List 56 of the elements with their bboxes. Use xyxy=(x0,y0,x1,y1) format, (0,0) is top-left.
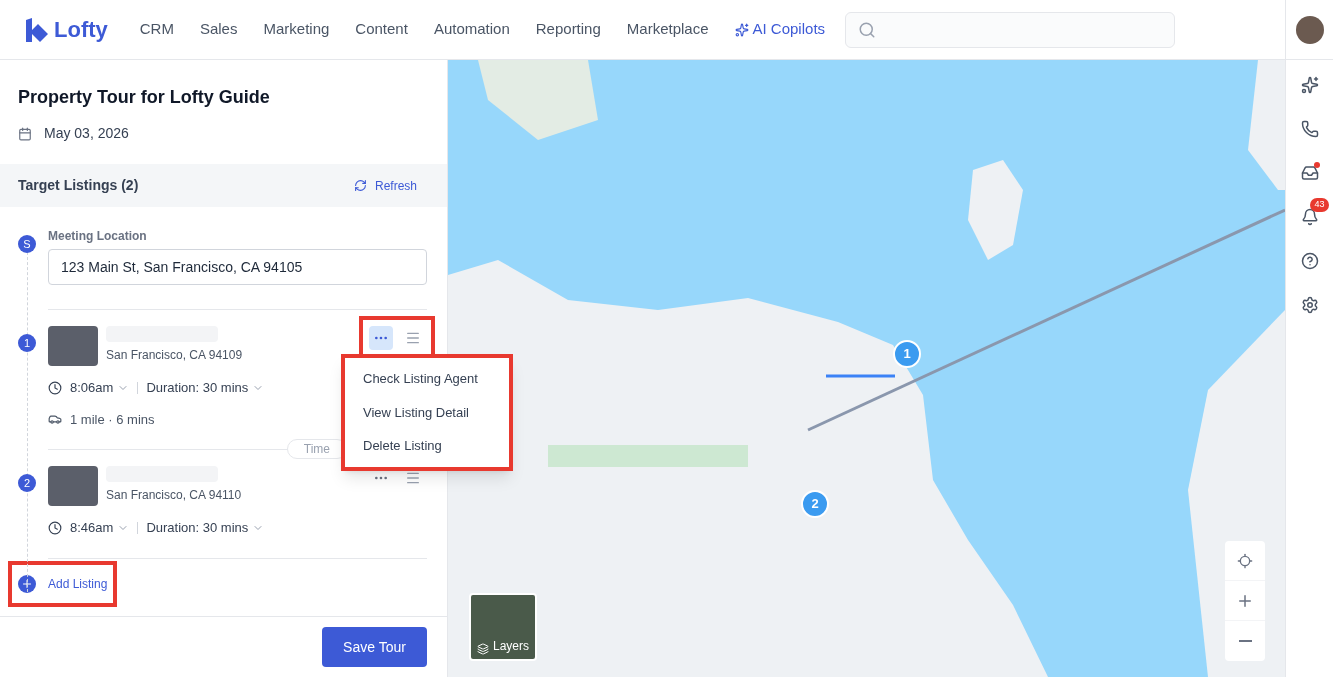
field-label: Meeting Location xyxy=(48,228,148,245)
bell-icon[interactable] xyxy=(1300,208,1319,226)
time-dropdown[interactable]: 8:06am xyxy=(70,378,130,398)
locate-icon xyxy=(1237,552,1253,569)
layers-button[interactable]: Layers xyxy=(469,593,537,661)
notification-count: 43 xyxy=(1310,198,1329,212)
minus-icon xyxy=(1238,640,1252,642)
nav-link[interactable]: Marketing xyxy=(263,18,330,41)
search-field[interactable] xyxy=(845,11,1176,48)
menu-item[interactable]: Delete Listing xyxy=(345,429,509,463)
photo-placeholder xyxy=(48,466,98,506)
plus-icon xyxy=(18,574,36,593)
duration-dropdown[interactable]: Duration: 30 mins xyxy=(146,518,265,538)
ai-copilots-link[interactable]: AI Copilots xyxy=(734,18,826,41)
clock-icon xyxy=(48,520,62,535)
refresh-button[interactable]: Refresh xyxy=(353,176,417,195)
duration-dropdown[interactable]: Duration: 30 mins xyxy=(146,378,265,398)
save-tour-button[interactable]: Save Tour xyxy=(322,627,427,667)
meeting-location-field[interactable]: 123 Main St, San Francisco, CA 94105 xyxy=(48,249,427,285)
section-title: Target Listings (2) xyxy=(18,176,139,195)
stop-number-badge: 2 xyxy=(18,474,36,492)
refresh-icon xyxy=(353,179,367,192)
nav-link[interactable]: Sales xyxy=(199,18,238,41)
inbox-icon[interactable] xyxy=(1300,164,1319,182)
search-icon xyxy=(858,20,877,39)
more-options-button[interactable] xyxy=(369,326,393,350)
nav-link[interactable]: Reporting xyxy=(535,18,601,41)
listing-city: San Francisco, CA 94109 xyxy=(106,347,244,364)
add-listing-button[interactable]: Add Listing xyxy=(18,574,108,593)
tour-date: May 03, 2026 xyxy=(44,124,129,143)
car-icon xyxy=(48,412,62,427)
phone-icon[interactable] xyxy=(1300,120,1319,138)
logo-text: Lofty xyxy=(54,16,108,44)
photo-placeholder xyxy=(48,326,98,366)
time-dropdown[interactable]: 8:46am xyxy=(70,518,130,538)
start-badge: S xyxy=(18,235,36,253)
sparkle-icon[interactable] xyxy=(1300,76,1319,94)
nav-link[interactable]: Content xyxy=(355,18,408,41)
menu-item[interactable]: Check Listing Agent xyxy=(345,362,509,396)
stop-number-badge: 1 xyxy=(18,334,36,352)
sparkle-icon xyxy=(734,22,749,37)
listing-city: San Francisco, CA 94110 xyxy=(106,487,243,504)
travel-info: 1 mile · 6 mins xyxy=(70,410,155,429)
menu-item[interactable]: View Listing Detail xyxy=(345,395,509,429)
tour-title: Property Tour for Lofty Guide xyxy=(18,86,271,109)
nav-link[interactable]: Automation xyxy=(433,18,510,41)
nav-link[interactable]: CRM xyxy=(139,18,174,41)
clock-icon xyxy=(48,380,62,395)
route-line xyxy=(826,374,895,378)
nav-link[interactable]: Marketplace xyxy=(626,18,709,41)
layers-icon xyxy=(477,643,489,655)
help-icon[interactable] xyxy=(1300,252,1319,270)
logo-icon xyxy=(24,17,50,42)
settings-icon[interactable] xyxy=(1300,296,1319,314)
avatar[interactable] xyxy=(1295,15,1324,44)
calendar-icon xyxy=(18,126,32,141)
